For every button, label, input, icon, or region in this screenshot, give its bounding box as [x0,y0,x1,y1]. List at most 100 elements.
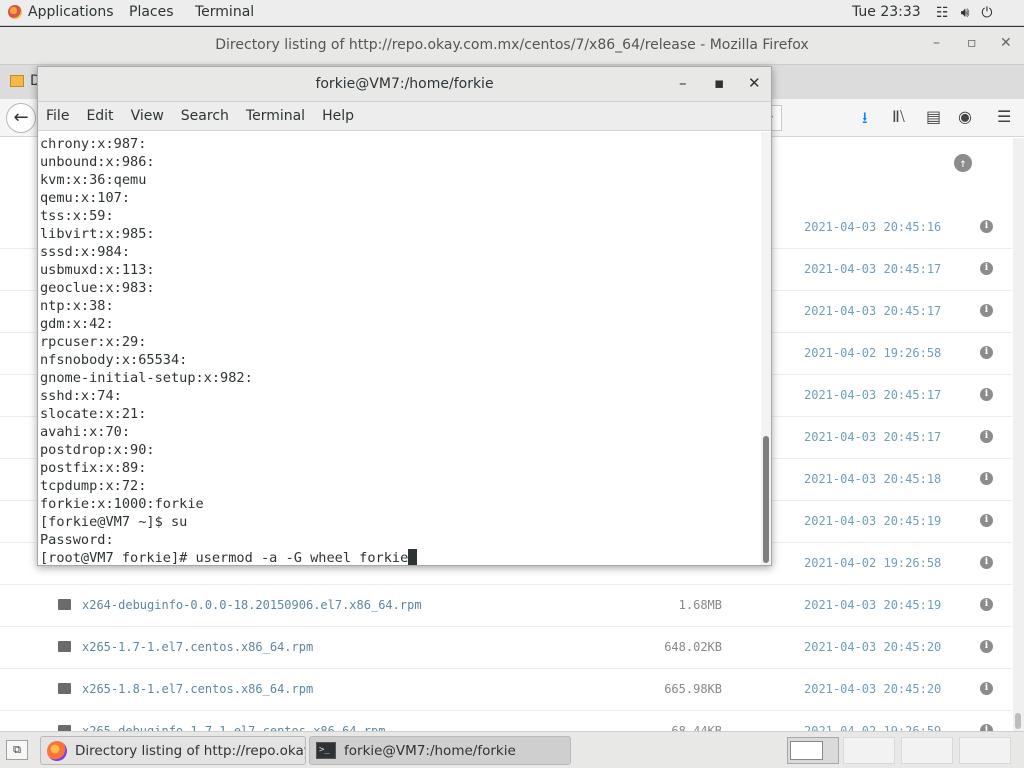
folder-icon [10,75,24,87]
table-row[interactable]: x265-1.8-1.el7.centos.x86_64.rpm 665.98KB… [0,669,1012,711]
workspace-4[interactable] [959,737,1011,764]
file-date: 2021-04-03 20:45:17 [804,388,942,402]
file-size: 665.98KB [664,682,722,696]
terminal-line-text: postfix:x:89: [40,460,147,476]
show-desktop-button[interactable]: ⧉ [6,740,28,760]
terminal-scrollbar[interactable] [761,132,771,565]
file-icon [58,641,71,652]
terminal-line-text: postdrop:x:90: [40,442,155,458]
minimize-button[interactable]: – [679,74,687,92]
terminal-line-text: rpcuser:x:29: [40,334,147,350]
close-button[interactable]: ✕ [748,74,761,92]
applications-menu[interactable]: Applications [8,4,114,20]
places-menu[interactable]: Places [129,4,174,20]
sidebar-icon[interactable]: ▤ [926,107,941,126]
table-row[interactable]: x265-1.7-1.el7.centos.x86_64.rpm 648.02KB… [0,627,1012,669]
menu-file[interactable]: File [46,102,77,130]
terminal-line-text: forkie:x:1000:forkie [40,496,204,512]
terminal-line-text: [forkie@VM7 ~]$ su [40,514,188,530]
terminal-line-text: [root@VM7 forkie]# usermod -a -G wheel f… [40,550,409,565]
scrollbar-thumb[interactable] [763,436,769,563]
terminal-line: nfsnobody:x:65534: [40,351,760,369]
hamburger-menu-icon[interactable]: ☰ [997,107,1011,126]
terminal-titlebar: forkie@VM7:/home/forkie – ▪ ✕ [38,67,771,102]
taskbar-terminal[interactable]: >_ forkie@VM7:/home/forkie [309,736,571,765]
terminal-line: kvm:x:36:qemu [40,171,760,189]
workspace-2[interactable] [843,737,895,764]
file-name-link[interactable]: x265-1.8-1.el7.centos.x86_64.rpm [82,682,313,696]
file-name-link[interactable]: x264-debuginfo-0.0.0-18.20150906.el7.x86… [82,598,422,612]
account-icon[interactable]: ◉ [958,107,972,126]
file-icon [58,599,71,610]
terminal-line: Password: [40,531,760,549]
terminal-app-menu[interactable]: Terminal [195,4,254,20]
minimize-button[interactable]: – [933,35,940,51]
terminal-window: forkie@VM7:/home/forkie – ▪ ✕ File Edit … [37,66,772,566]
terminal-line-text: Password: [40,532,114,548]
scrollbar-thumb[interactable] [1015,713,1021,729]
clock[interactable]: Tue 23:33 [852,4,921,20]
terminal-line: chrony:x:987: [40,135,760,153]
menu-help[interactable]: Help [322,102,362,130]
file-icon [58,683,71,694]
info-icon[interactable]: i [980,682,993,695]
menu-terminal[interactable]: Terminal [246,102,313,130]
table-row[interactable]: x264-debuginfo-0.0.0-18.20150906.el7.x86… [0,585,1012,627]
back-button[interactable]: ← [6,103,36,133]
info-icon[interactable]: i [980,556,993,569]
page-scrollbar[interactable] [1013,138,1024,731]
terminal-line: libvirt:x:985: [40,225,760,243]
terminal-line: postfix:x:89: [40,459,760,477]
terminal-icon: >_ [316,742,336,759]
terminal-line: tcpdump:x:72: [40,477,760,495]
bottom-taskbar: ⧉ Directory listing of http://repo.okay.… [0,731,1024,768]
workspace-window-thumb [790,741,823,760]
download-icon[interactable]: ⭳ [862,107,868,134]
applications-icon [8,5,22,19]
terminal-line: [forkie@VM7 ~]$ su [40,513,760,531]
close-button[interactable]: ✕ [1000,35,1012,51]
terminal-line-text: nfsnobody:x:65534: [40,352,188,368]
terminal-line: gdm:x:42: [40,315,760,333]
info-icon[interactable]: i [980,220,993,233]
taskbar-firefox[interactable]: Directory listing of http://repo.okay...… [40,736,306,765]
terminal-line: rpcuser:x:29: [40,333,760,351]
terminal-output[interactable]: chrony:x:987: unbound:x:986: kvm:x:36:qemu… [38,132,760,565]
terminal-line-text: kvm:x:36:qemu [40,172,147,188]
info-icon[interactable]: i [980,304,993,317]
terminal-line: postdrop:x:90: [40,441,760,459]
info-icon[interactable]: i [980,346,993,359]
info-icon[interactable]: i [980,640,993,653]
terminal-line-text: unbound:x:986: [40,154,155,170]
info-icon[interactable]: i [980,514,993,527]
workspace-3[interactable] [901,737,953,764]
terminal-line: forkie:x:1000:forkie [40,495,760,513]
windows-icon: ⧉ [13,743,21,756]
maximize-button[interactable]: ▫ [967,35,977,51]
terminal-window-title: forkie@VM7:/home/forkie [315,76,494,92]
terminal-line-text: chrony:x:987: [40,136,147,152]
file-name-link[interactable]: x265-1.7-1.el7.centos.x86_64.rpm [82,640,313,654]
applications-label: Applications [28,4,114,20]
workspace-1[interactable] [787,737,839,764]
file-date: 2021-04-03 20:45:17 [804,262,942,276]
power-icon: ⏻ [981,5,993,21]
file-date: 2021-04-02 19:26:58 [804,346,942,360]
parent-directory-icon[interactable]: ↑ [954,154,972,172]
firefox-icon [47,740,67,761]
menu-view[interactable]: View [131,102,172,130]
menu-edit[interactable]: Edit [86,102,121,130]
info-icon[interactable]: i [980,430,993,443]
terminal-line-text: tss:x:59: [40,208,114,224]
info-icon[interactable]: i [980,388,993,401]
info-icon[interactable]: i [980,472,993,485]
network-icon: ☷ [936,5,949,21]
menu-search[interactable]: Search [181,102,237,130]
terminal-line-text: sssd:x:984: [40,244,131,260]
library-icon[interactable]: Ⅱ⧵ [892,107,905,127]
top-bar: Applications Places Terminal Tue 23:33 ☷… [0,0,1024,26]
maximize-button[interactable]: ▪ [714,74,724,92]
info-icon[interactable]: i [980,598,993,611]
info-icon[interactable]: i [980,262,993,275]
system-status-area[interactable]: ☷ 🔊︎ ⏻ [936,5,992,21]
